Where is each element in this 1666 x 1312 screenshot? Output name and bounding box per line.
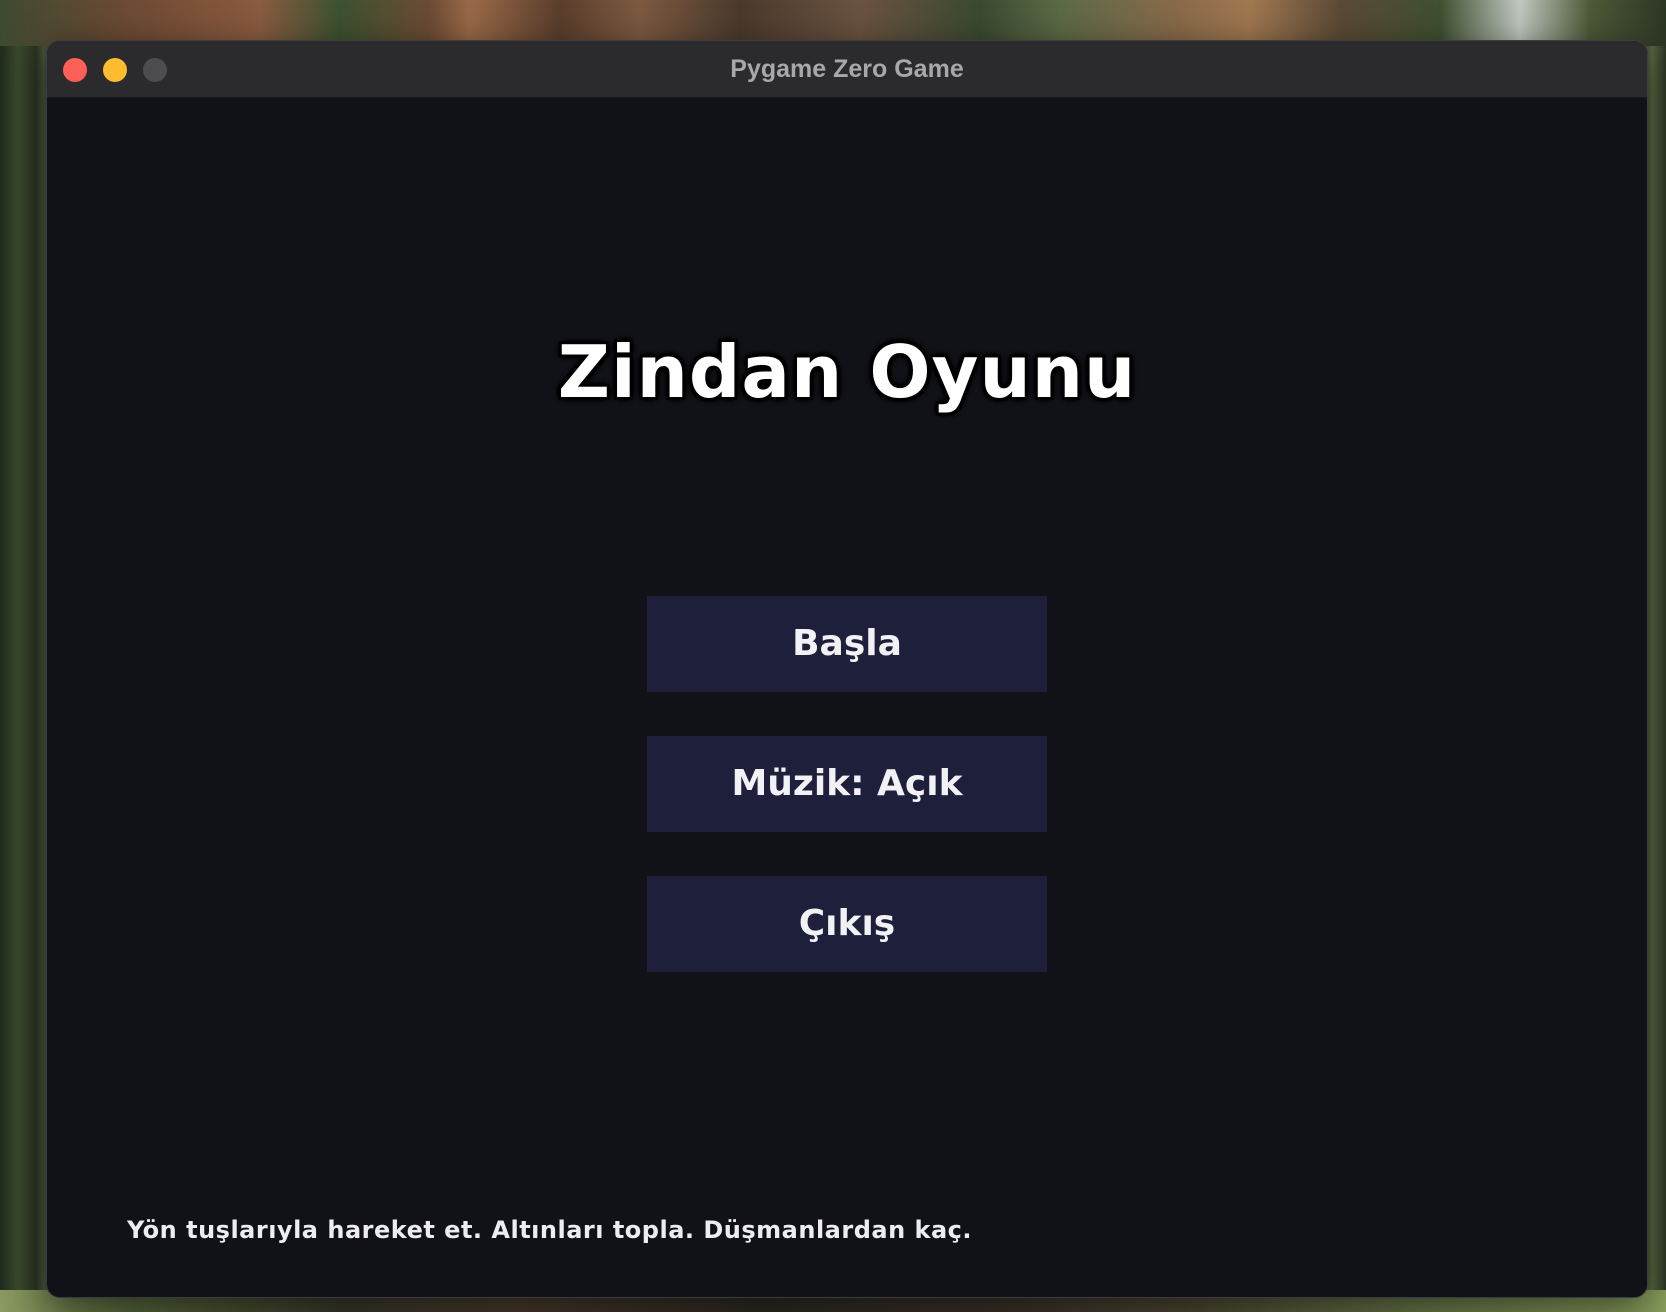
music-toggle-button[interactable]: Müzik: Açık [647, 736, 1047, 832]
game-title: Zindan Oyunu [557, 330, 1137, 414]
window-title: Pygame Zero Game [730, 55, 964, 83]
game-canvas[interactable]: Zindan Oyunu Başla Müzik: Açık Çıkış Yön… [47, 98, 1647, 1297]
window-titlebar[interactable]: Pygame Zero Game [47, 41, 1647, 98]
game-window: Pygame Zero Game Zindan Oyunu Başla Müzi… [46, 40, 1648, 1298]
instructions-text: Yön tuşlarıyla hareket et. Altınları top… [127, 1216, 973, 1244]
start-button[interactable]: Başla [647, 596, 1047, 692]
exit-button[interactable]: Çıkış [647, 876, 1047, 972]
